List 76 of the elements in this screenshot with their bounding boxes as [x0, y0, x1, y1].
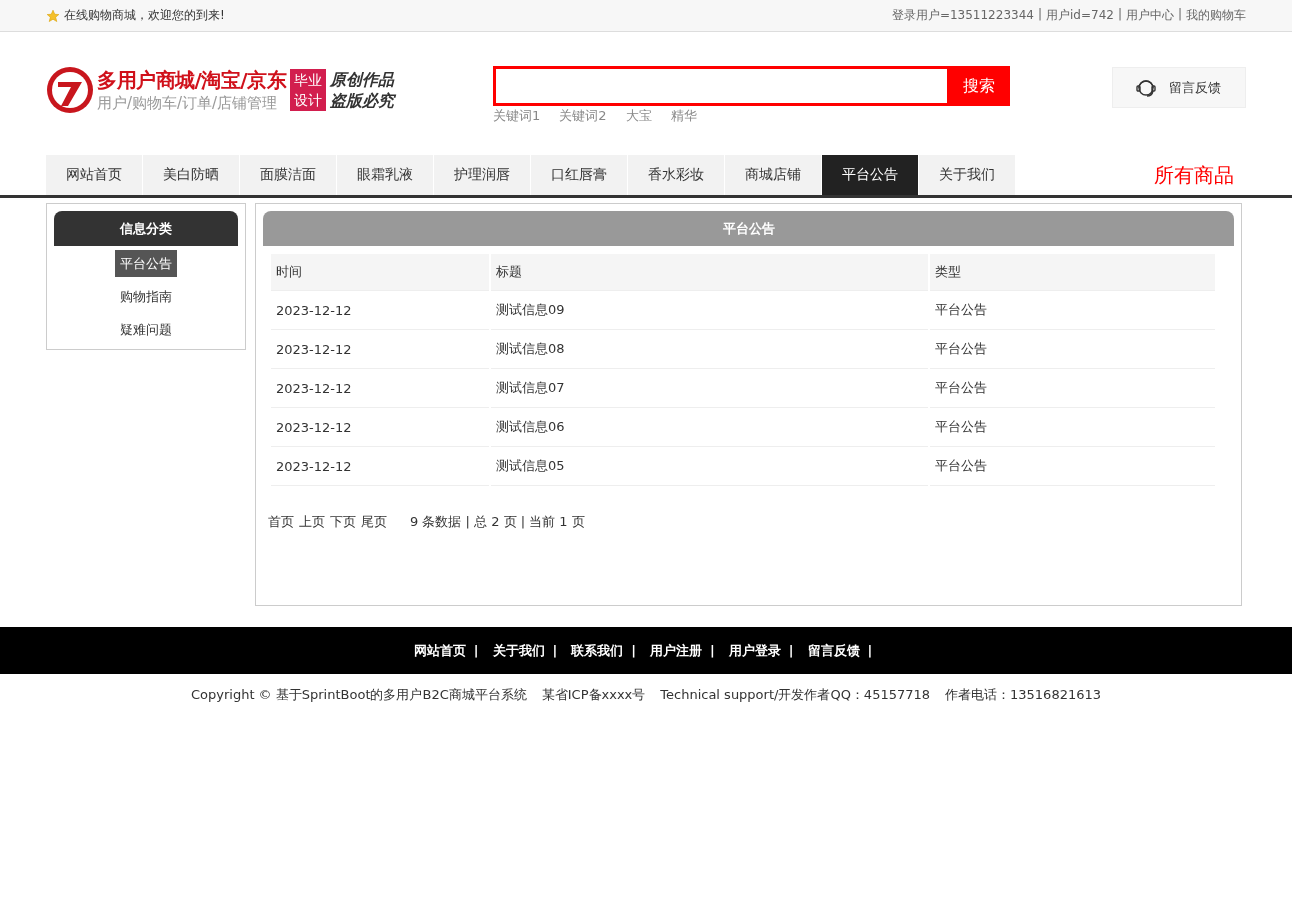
copyright-text: Copyright © 基于SprintBoot的多用户B2C商城平台系统 — [190, 686, 527, 704]
pagination-summary: 9 条数据 | 总 2 页 | 当前 1 页 — [410, 513, 585, 531]
separator: | — [552, 643, 558, 658]
table-cell: 测试信息09 — [491, 291, 928, 330]
separator: | — [867, 643, 873, 658]
table-cell: 2023-12-12 — [271, 447, 489, 486]
keyword-link[interactable]: 关键词2 — [559, 107, 607, 125]
nav-tab[interactable]: 平台公告 — [822, 155, 919, 195]
separator: | — [1037, 7, 1042, 23]
sidebar-header: 信息分类 — [54, 211, 238, 246]
footer-link[interactable]: 网站首页 — [413, 641, 466, 660]
table-cell: 2023-12-12 — [271, 408, 489, 447]
footer-link[interactable]: 关于我们 — [492, 641, 545, 660]
nav-tab[interactable]: 商城店铺 — [725, 155, 822, 195]
table-cell: 测试信息06 — [491, 408, 928, 447]
logo-icon — [46, 66, 94, 114]
nav-tab[interactable]: 面膜洁面 — [240, 155, 337, 195]
feedback-button[interactable]: 留言反馈 — [1112, 67, 1246, 108]
nav-tab[interactable]: 口红唇膏 — [531, 155, 628, 195]
page-link[interactable]: 尾页 — [361, 513, 387, 531]
table-cell: 平台公告 — [930, 369, 1215, 408]
column-header: 类型 — [930, 254, 1215, 291]
table-cell: 测试信息05 — [491, 447, 928, 486]
nav-tab[interactable]: 美白防晒 — [143, 155, 240, 195]
separator: | — [1117, 7, 1122, 23]
top-link[interactable]: 我的购物车 — [1186, 7, 1246, 24]
copyright-text: 作者电话：13516821613 — [945, 686, 1101, 704]
top-link[interactable]: 用户id=742 — [1046, 7, 1114, 24]
all-products-link[interactable]: 所有商品 — [1154, 161, 1234, 189]
footer-link[interactable]: 留言反馈 — [807, 641, 860, 660]
table-cell: 2023-12-12 — [271, 291, 489, 330]
nav-tab[interactable]: 香水彩妆 — [628, 155, 725, 195]
panel-header: 平台公告 — [263, 211, 1234, 246]
site-subtitle: 用户/购物车/订单/店铺管理 — [97, 94, 279, 113]
table-cell: 平台公告 — [930, 291, 1215, 330]
top-link[interactable]: 登录用户=13511223344 — [891, 7, 1034, 24]
nav-tab[interactable]: 关于我们 — [919, 155, 1016, 195]
separator: | — [1177, 7, 1182, 23]
table-cell: 测试信息08 — [491, 330, 928, 369]
column-header: 标题 — [491, 254, 928, 291]
footer-link[interactable]: 联系我们 — [571, 641, 624, 660]
nav-tab[interactable]: 网站首页 — [46, 155, 143, 195]
table-cell: 平台公告 — [930, 330, 1215, 369]
page-link[interactable]: 下页 — [330, 513, 356, 531]
sidebar-item[interactable]: 购物指南 — [115, 283, 177, 310]
separator: | — [631, 643, 636, 658]
footer-link[interactable]: 用户注册 — [650, 641, 702, 660]
site-title: 多用户商城/淘宝/京东 — [97, 67, 287, 94]
column-header: 时间 — [271, 254, 489, 291]
separator: | — [788, 643, 794, 658]
search-field[interactable] — [493, 66, 947, 106]
top-link[interactable]: 用户中心 — [1125, 7, 1174, 24]
slogan: 原创作品 盗版必究 — [330, 69, 395, 111]
separator: | — [710, 643, 715, 658]
page-link[interactable]: 上页 — [299, 513, 325, 531]
nav-tab[interactable]: 眼霜乳液 — [337, 155, 434, 195]
nav-tab[interactable]: 护理润唇 — [434, 155, 531, 195]
graduation-badge: 毕业 设计 — [290, 69, 327, 111]
page-link[interactable]: 首页 — [268, 513, 294, 531]
copyright-text: Technical support/开发作者QQ：45157718 — [660, 686, 931, 704]
table-cell: 平台公告 — [930, 408, 1215, 447]
separator: | — [473, 643, 479, 658]
table-cell: 测试信息07 — [491, 369, 928, 408]
table-cell: 平台公告 — [930, 447, 1215, 486]
search-button[interactable]: 搜索 — [947, 66, 1010, 106]
sidebar-item[interactable]: 疑难问题 — [115, 316, 177, 343]
keyword-link[interactable]: 大宝 — [625, 107, 652, 125]
copyright-text: 某省ICP备xxxx号 — [541, 686, 646, 704]
table-cell: 2023-12-12 — [271, 330, 489, 369]
table-cell: 2023-12-12 — [271, 369, 489, 408]
welcome-text: 在线购物商城，欢迎您的到来! — [64, 7, 225, 24]
keyword-link[interactable]: 精华 — [670, 107, 697, 125]
footer-link[interactable]: 用户登录 — [728, 641, 781, 660]
star-icon — [46, 8, 60, 23]
sidebar-item[interactable]: 平台公告 — [115, 250, 177, 277]
keyword-link[interactable]: 关键词1 — [493, 107, 541, 125]
